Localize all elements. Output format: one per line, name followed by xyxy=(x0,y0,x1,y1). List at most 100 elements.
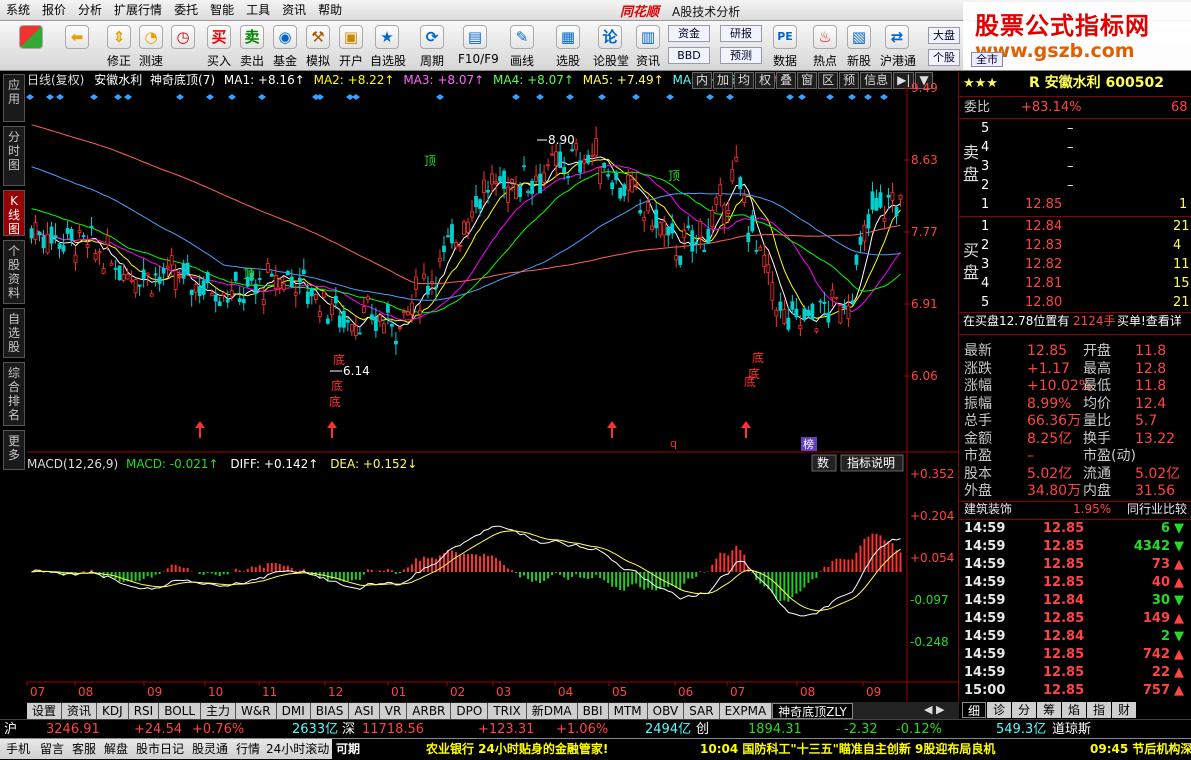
buy-level-2[interactable]: 2 12.83 4 xyxy=(959,236,1191,255)
quote-tab[interactable]: 分 xyxy=(1012,702,1036,718)
news-ad-3[interactable]: 09:45 节后机构深 xyxy=(1086,739,1191,760)
sell-level-1[interactable]: 1 12.85 1 xyxy=(959,195,1191,214)
indicator-tab[interactable]: OBV xyxy=(647,702,685,719)
indicator-tab[interactable]: ARBR xyxy=(407,702,452,719)
candle-body xyxy=(149,293,154,297)
indicator-tab[interactable]: VR xyxy=(379,702,408,719)
indicator-tab[interactable]: 新DMA xyxy=(526,702,578,719)
status-mobile[interactable]: 手机 xyxy=(6,739,30,760)
candle-body xyxy=(177,276,182,279)
quote-tab[interactable]: 财 xyxy=(1112,702,1136,718)
candle-body xyxy=(61,245,66,252)
indicator-tab[interactable]: EXPMA xyxy=(719,702,773,719)
status-stock-spirit[interactable]: 股灵通 xyxy=(192,739,228,760)
diamond-marker xyxy=(536,94,544,100)
diamond-marker xyxy=(566,94,574,100)
month-label: 02 xyxy=(450,685,465,699)
macd-header: MACD(12,26,9) MACD: -0.021↑ DIFF: +0.142… xyxy=(27,456,417,472)
bottom-signal-2a: 底 xyxy=(752,350,764,365)
quote-tab[interactable]: 焰 xyxy=(1062,702,1086,718)
indicator-tab[interactable]: DMI xyxy=(276,702,311,719)
month-label: 09 xyxy=(147,685,162,699)
diff-line xyxy=(31,525,901,617)
tick-row: 14:59 12.85 73 ▲ xyxy=(964,557,1184,572)
indicator-tab[interactable]: MTM xyxy=(608,702,648,719)
quote-tab[interactable]: 指 xyxy=(1087,702,1111,718)
buy-level-3[interactable]: 3 12.82 11 xyxy=(959,255,1191,274)
month-label: 09 xyxy=(866,685,881,699)
candle-body xyxy=(301,269,306,275)
diamond-marker xyxy=(786,94,794,100)
candle-body xyxy=(189,289,194,295)
indicator-tab[interactable]: 主力 xyxy=(201,702,237,719)
indicator-tab[interactable]: ASI xyxy=(349,702,380,719)
sell-level-3[interactable]: 3– xyxy=(959,157,1191,176)
tick-row: 14:59 12.85 149 ▲ xyxy=(964,611,1184,626)
all-market-button[interactable]: 全市 xyxy=(971,52,1003,67)
indicator-tab[interactable]: W&R xyxy=(236,702,277,719)
sell-level-4[interactable]: 4– xyxy=(959,138,1191,157)
industry-row[interactable]: 建筑装饰 1.95% 同行业比较 xyxy=(959,500,1191,519)
candle-body xyxy=(670,223,675,234)
status-market[interactable]: 行情 xyxy=(236,739,260,760)
indicator-tab[interactable]: KDJ xyxy=(97,702,129,719)
candle-body xyxy=(241,299,246,304)
big-order-notice[interactable]: 在买盘12.78位置有 2124手 买单!查看详 xyxy=(959,312,1191,331)
candle-body xyxy=(522,165,526,168)
candle-body xyxy=(365,296,370,301)
candle-body xyxy=(642,217,647,221)
buy-level-1[interactable]: 1 12.84 21 xyxy=(959,217,1191,236)
indicator-tab[interactable]: 设置 xyxy=(27,702,63,719)
status-24h[interactable]: 24小时滚动 xyxy=(266,739,329,760)
kline-chart[interactable]: 9.49 8.63 7.77 6.91 6.06 +0.352 +0.204 +0.054 -… xyxy=(0,0,958,702)
indicator-tab[interactable]: BOLL xyxy=(159,702,202,719)
sell-side-label: 卖盘 xyxy=(963,143,980,184)
status-message[interactable]: 留言 xyxy=(40,739,64,760)
candle-body xyxy=(850,300,855,304)
candle-body xyxy=(205,272,210,284)
quote-tab[interactable]: 筹 xyxy=(1037,702,1061,718)
candle-body xyxy=(289,276,294,288)
indicator-tab[interactable]: BIAS xyxy=(310,702,350,719)
candle-body xyxy=(730,169,735,182)
arrow-down-icon: ▼ xyxy=(1174,629,1184,644)
buy-level-4[interactable]: 4 12.81 15 xyxy=(959,274,1191,293)
macd-value: MACD: -0.021↑ xyxy=(125,457,219,471)
indicator-tab[interactable]: RSI xyxy=(128,702,160,719)
candle-body xyxy=(125,273,130,280)
candle-body xyxy=(41,236,46,249)
quote-tab[interactable]: 诊 xyxy=(987,702,1011,718)
news-ad-1[interactable]: 农业银行 24小时贴身的金融管家! xyxy=(422,739,696,760)
arrow-up-icon: ▲ xyxy=(1174,575,1184,590)
sell-level-2[interactable]: 2– xyxy=(959,176,1191,195)
candle-body xyxy=(854,254,859,265)
candle-body xyxy=(442,245,446,253)
indicator-tab[interactable]: 资讯 xyxy=(62,702,98,719)
candle-body xyxy=(49,226,54,244)
price-tick-label: 6.91 xyxy=(911,297,938,311)
candle-body xyxy=(510,179,514,183)
scroll-arrows-icon[interactable]: ◀ ▶ xyxy=(924,703,944,716)
dea-value: DEA: +0.152↓ xyxy=(330,457,418,471)
indicator-tab[interactable]: 神奇底顶ZLY xyxy=(772,702,853,719)
buy-side-label: 买盘 xyxy=(963,241,980,282)
quote-tab[interactable]: 细 xyxy=(962,702,986,718)
status-diary[interactable]: 股市日记 xyxy=(136,739,184,760)
indicator-tab[interactable]: BBI xyxy=(577,702,609,719)
indicator-tab[interactable]: DPO xyxy=(451,702,489,719)
candle-body xyxy=(33,222,38,240)
status-analysis[interactable]: 解盘 xyxy=(104,739,128,760)
candle-body xyxy=(269,273,274,277)
candle-body xyxy=(361,306,366,313)
sell-level-5[interactable]: 5– xyxy=(959,119,1191,138)
candle-body xyxy=(742,194,747,203)
indicator-tab[interactable]: SAR xyxy=(684,702,720,719)
buy-level-5[interactable]: 5 12.80 21 xyxy=(959,293,1191,312)
news-ad-2[interactable]: 10:04 国防科工"十三五"瞄准自主创新 9股迎布局良机 xyxy=(696,739,1086,760)
diamond-marker xyxy=(206,94,214,100)
status-service[interactable]: 客服 xyxy=(72,739,96,760)
indicator-tab[interactable]: TRIX xyxy=(488,702,527,719)
candle-body xyxy=(674,255,679,261)
candle-body xyxy=(97,251,102,254)
candle-body xyxy=(782,309,787,324)
